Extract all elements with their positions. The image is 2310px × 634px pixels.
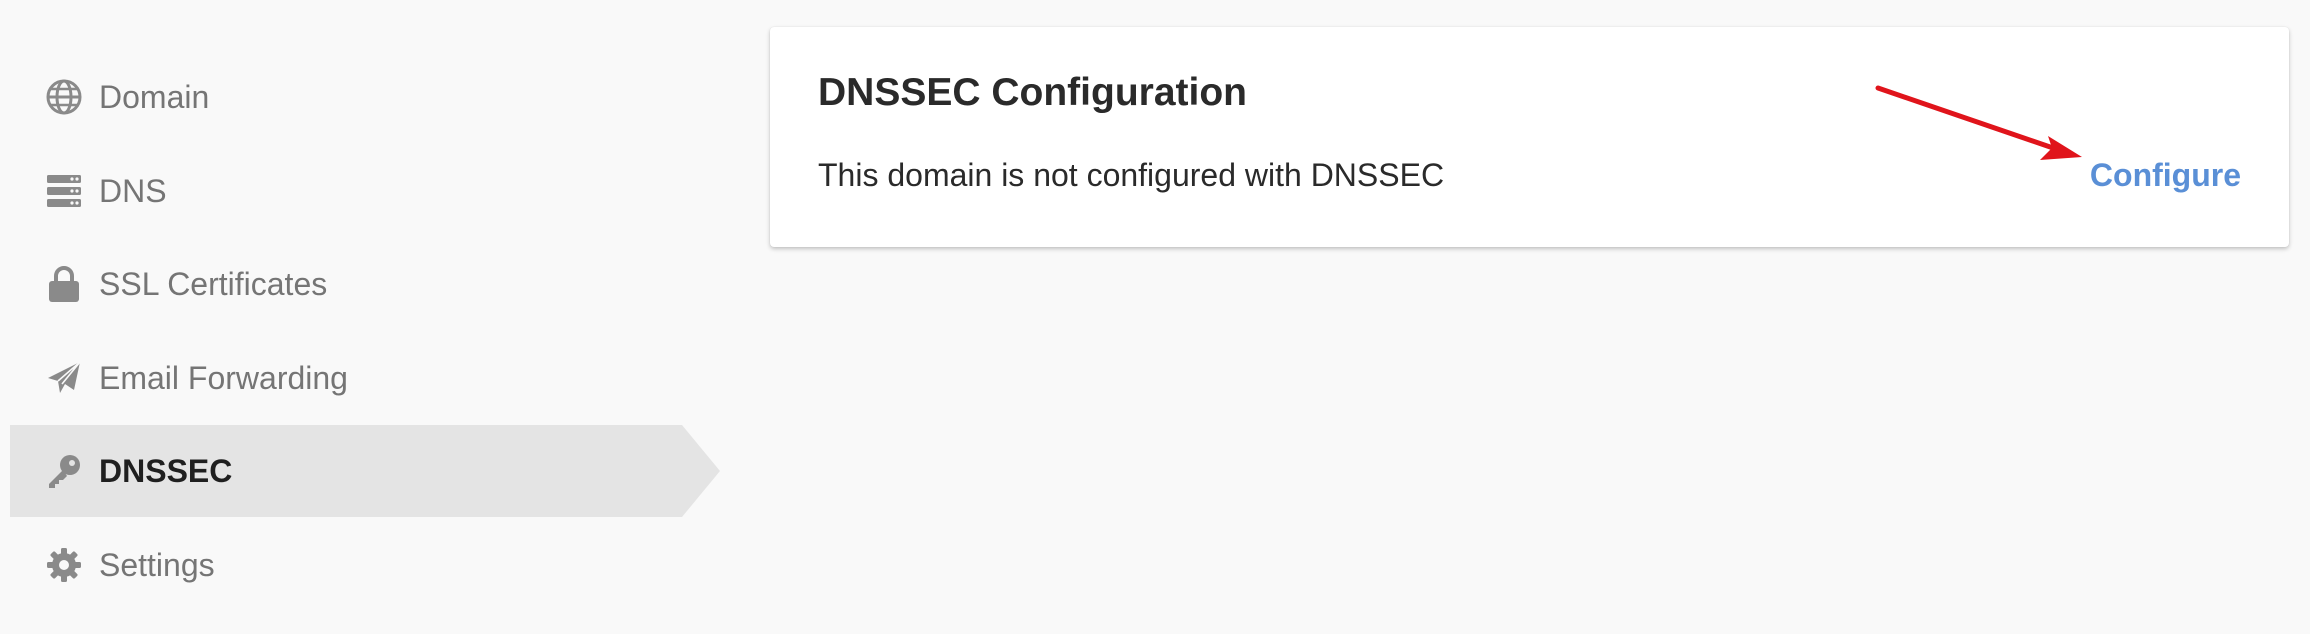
dnssec-card: DNSSEC Configuration This domain is not … xyxy=(770,27,2289,247)
page: Domain DNS SSL Certificates Email Forwar… xyxy=(0,0,2310,634)
server-icon xyxy=(44,171,84,211)
key-icon xyxy=(44,451,84,491)
sidebar-item-email-forwarding[interactable]: Email Forwarding xyxy=(10,332,690,424)
sidebar-item-domain[interactable]: Domain xyxy=(10,51,690,143)
sidebar-item-label: Email Forwarding xyxy=(99,359,348,396)
configure-link[interactable]: Configure xyxy=(2090,157,2241,194)
sidebar-item-dns[interactable]: DNS xyxy=(10,145,690,237)
gear-icon xyxy=(44,545,84,585)
sidebar-item-label: DNSSEC xyxy=(99,452,233,489)
sidebar-item-dnssec[interactable]: DNSSEC xyxy=(10,425,720,517)
dnssec-status-message: This domain is not configured with DNSSE… xyxy=(818,157,1445,193)
sidebar-nav: Domain DNS SSL Certificates Email Forwar… xyxy=(10,0,720,634)
sidebar-item-label: SSL Certificates xyxy=(99,265,328,302)
card-title: DNSSEC Configuration xyxy=(818,71,1247,114)
sidebar-item-ssl-certificates[interactable]: SSL Certificates xyxy=(10,238,690,330)
paper-plane-icon xyxy=(44,358,84,398)
sidebar-item-label: Settings xyxy=(99,546,215,583)
globe-icon xyxy=(44,77,84,117)
sidebar-item-settings[interactable]: Settings xyxy=(10,519,690,611)
lock-icon xyxy=(44,264,84,304)
sidebar-item-label: DNS xyxy=(99,172,167,209)
sidebar-item-label: Domain xyxy=(99,78,210,115)
